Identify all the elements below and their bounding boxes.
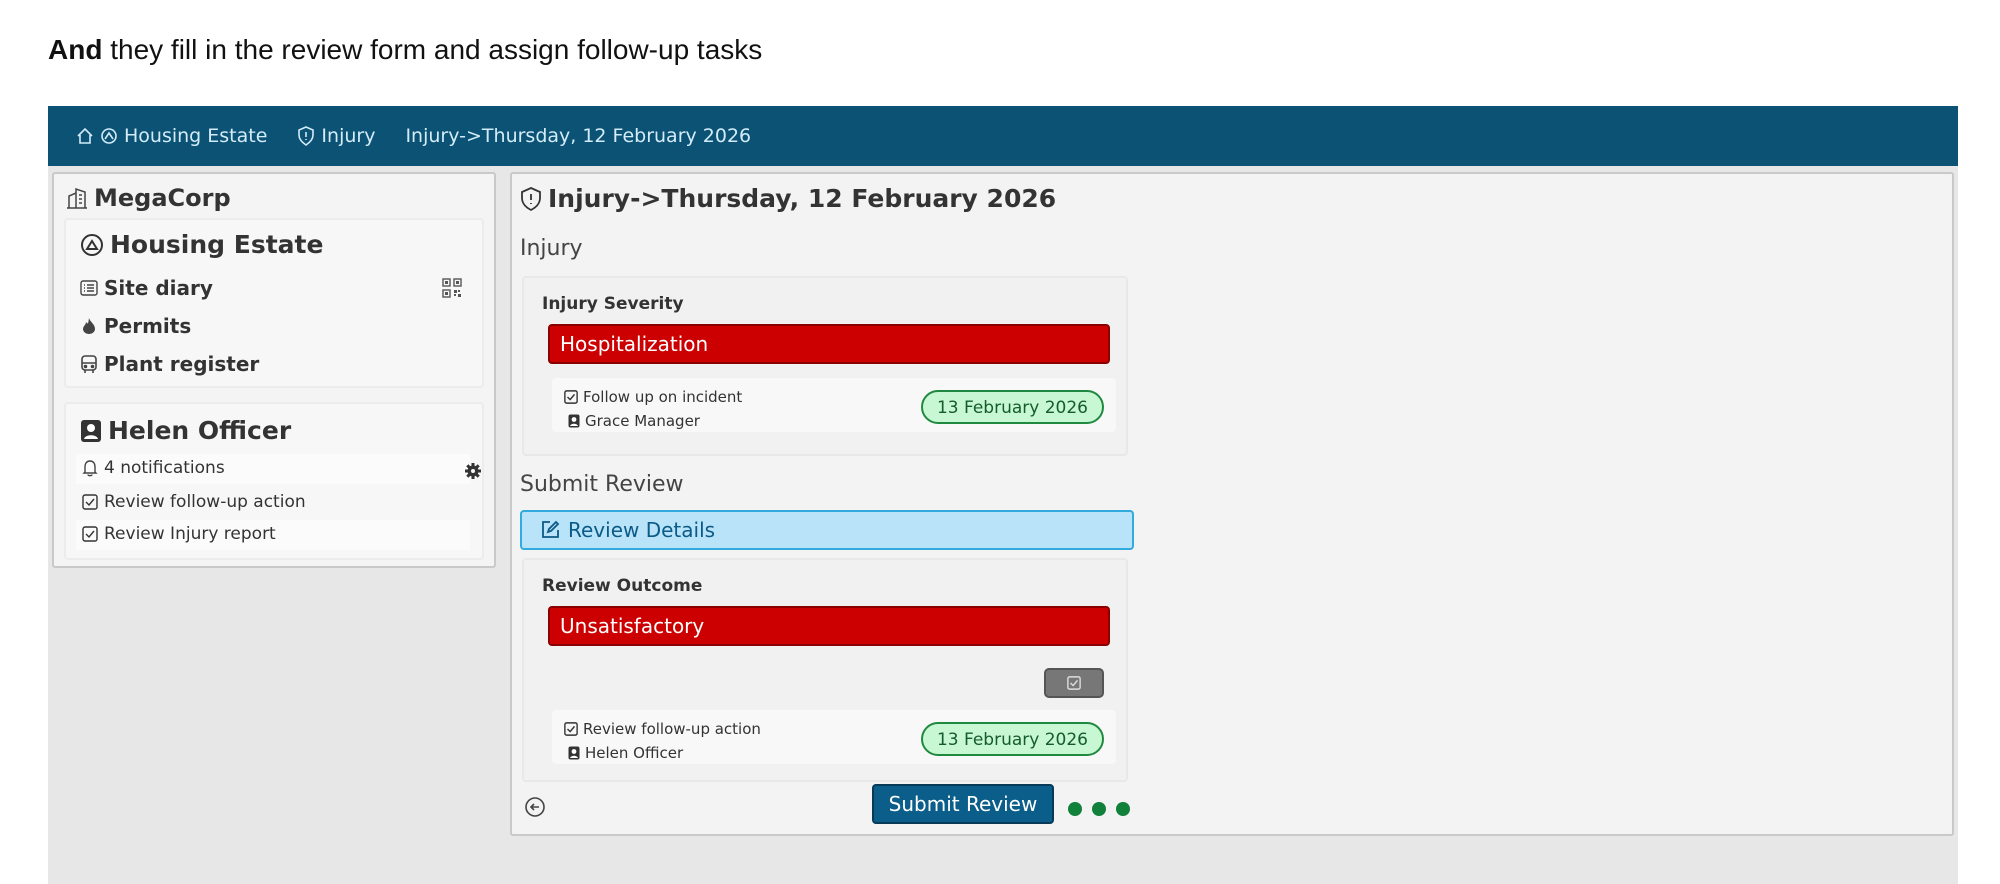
page-title: Injury->Thursday, 12 February 2026 (520, 184, 1056, 213)
edit-icon (542, 520, 560, 538)
org-title[interactable]: MegaCorp (66, 184, 231, 212)
submit-review-button[interactable]: Submit Review (872, 784, 1054, 824)
user-name: Helen Officer (108, 416, 292, 445)
checkbox-icon (564, 390, 578, 404)
fire-icon (83, 318, 95, 334)
task-item[interactable]: Follow up on incident Grace Manager 13 F… (552, 378, 1116, 432)
loading-dot (1116, 802, 1130, 816)
sidebar-item-label: Permits (104, 314, 192, 338)
shield-icon (521, 186, 541, 211)
task-label: Review Injury report (104, 524, 276, 544)
task-assignee-label: Grace Manager (585, 412, 700, 430)
breadcrumb: Housing Estate Injury Injury->Thursday, … (48, 106, 1958, 166)
shield-icon (298, 126, 315, 146)
home-icon (77, 127, 93, 144)
injury-form-card: Injury Severity Hospitalization Follow u… (522, 276, 1128, 456)
caption-bold: And (48, 34, 103, 65)
checkbox-icon (82, 526, 98, 542)
task-title-label: Follow up on incident (583, 388, 743, 406)
site-title-label: Housing Estate (110, 230, 324, 259)
back-arrow-icon[interactable] (524, 796, 546, 818)
task-editor: Review follow-up action Helen Officer 13… (552, 656, 1116, 768)
task-assignee: Grace Manager (568, 412, 700, 430)
section-review-heading: Submit Review (520, 472, 684, 497)
task-title: Review follow-up action (564, 720, 761, 738)
caption-text: they fill in the review form and assign … (102, 34, 763, 65)
site-card: Housing Estate Site diary Permits Plant … (64, 218, 484, 388)
user-badge-icon (81, 419, 101, 442)
breadcrumb-injury[interactable]: Injury (297, 125, 375, 147)
user-badge-icon (568, 746, 580, 760)
submit-review-label: Submit Review (888, 792, 1038, 816)
outcome-select[interactable]: Unsatisfactory (548, 606, 1110, 646)
site-icon (81, 233, 103, 256)
sidebar-item-plant-register[interactable]: Plant register (80, 352, 259, 376)
breadcrumb-estate-label: Housing Estate (124, 125, 268, 147)
sidebar: MegaCorp Housing Estate Site diary Permi… (52, 172, 496, 568)
task-item[interactable]: Review follow-up action Helen Officer 13… (552, 710, 1116, 764)
app-window: Housing Estate Injury Injury->Thursday, … (48, 106, 1958, 884)
checkbox-icon (82, 494, 98, 510)
review-details-label: Review Details (568, 518, 716, 542)
list-icon (80, 280, 98, 296)
outcome-label: Review Outcome (542, 576, 703, 596)
caption: And they fill in the review form and ass… (48, 34, 762, 66)
due-date-badge[interactable]: 13 February 2026 (920, 390, 1104, 424)
checkbox-icon (564, 722, 578, 736)
gear-icon[interactable] (464, 462, 482, 480)
task-link-review-injury[interactable]: Review Injury report (82, 524, 276, 544)
breadcrumb-estate[interactable]: Housing Estate (76, 125, 267, 147)
sidebar-item-site-diary[interactable]: Site diary (80, 276, 213, 300)
loading-dot (1068, 802, 1082, 816)
add-task-button[interactable] (1044, 668, 1104, 698)
user-card: Helen Officer 4 notifications Review fol… (64, 402, 484, 560)
breadcrumb-current-label: Injury->Thursday, 12 February 2026 (405, 125, 752, 147)
task-assignee-label: Helen Officer (585, 744, 684, 762)
user-badge-icon (568, 414, 580, 428)
notifications-label: 4 notifications (104, 458, 225, 478)
main-panel: Injury->Thursday, 12 February 2026 Injur… (510, 172, 1954, 836)
breadcrumb-current[interactable]: Injury->Thursday, 12 February 2026 (405, 125, 751, 147)
bus-icon (81, 355, 97, 373)
sidebar-item-permits[interactable]: Permits (80, 314, 191, 338)
breadcrumb-injury-label: Injury (321, 125, 376, 147)
bell-icon (82, 460, 98, 477)
site-icon (101, 128, 117, 144)
section-injury-heading: Injury (520, 236, 583, 261)
severity-select[interactable]: Hospitalization (548, 324, 1110, 364)
sidebar-item-label: Plant register (104, 352, 260, 376)
building-icon (67, 187, 87, 209)
site-title[interactable]: Housing Estate (80, 230, 323, 259)
checkbox-icon (1067, 676, 1081, 690)
due-date-badge[interactable]: 13 February 2026 (920, 722, 1104, 756)
review-details-tab[interactable]: Review Details (520, 510, 1134, 550)
task-title-label: Review follow-up action (583, 720, 761, 738)
page-title-label: Injury->Thursday, 12 February 2026 (548, 184, 1057, 213)
severity-label: Injury Severity (542, 294, 684, 314)
user-title[interactable]: Helen Officer (80, 416, 291, 445)
task-assignee: Helen Officer (568, 744, 683, 762)
loading-dot (1092, 802, 1106, 816)
qr-code-icon[interactable] (442, 278, 462, 298)
org-name: MegaCorp (94, 184, 231, 212)
notifications-link[interactable]: 4 notifications (82, 458, 225, 478)
sidebar-item-label: Site diary (104, 276, 213, 300)
task-label: Review follow-up action (104, 492, 306, 512)
task-link-review-follow-up[interactable]: Review follow-up action (82, 492, 306, 512)
task-title: Follow up on incident (564, 388, 742, 406)
review-form-card: Review Outcome Unsatisfactory Review fol… (522, 558, 1128, 782)
